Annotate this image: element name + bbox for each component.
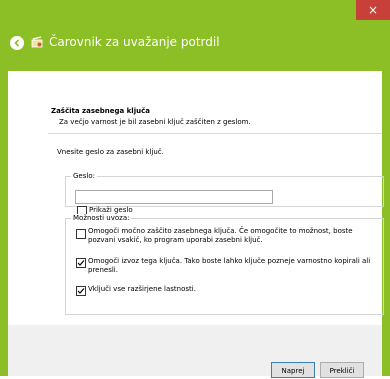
- instruction-text: Vnesite geslo za zasebni ključ.: [57, 148, 164, 156]
- checkmark-icon: [77, 260, 85, 266]
- exportable-key-label: Omogoči izvoz tega ključa. Tako boste la…: [88, 257, 371, 274]
- wizard-footer: Naprej Prekliči: [8, 325, 382, 378]
- close-button[interactable]: ×: [356, 0, 390, 20]
- section-subtitle: Za večjo varnost je bil zasebni ključ za…: [59, 118, 251, 126]
- back-button[interactable]: [10, 36, 24, 50]
- back-arrow-icon: [14, 39, 20, 47]
- divider: [48, 133, 382, 134]
- wizard-header: Čarovnik za uvažanje potrdil: [8, 21, 382, 71]
- extended-properties-label: Vključi vse razširjene lastnosti.: [88, 285, 196, 293]
- import-options-label: Možnosti uvoza:: [71, 214, 132, 222]
- wizard-page: Zaščita zasebnega ključa Za večjo varnos…: [8, 71, 384, 325]
- wizard-title: Čarovnik za uvažanje potrdil: [49, 35, 220, 49]
- window-frame: × Čarovnik za uvažanje potrdil Zaščita z…: [0, 0, 390, 378]
- checkmark-icon: [77, 288, 85, 294]
- wizard-window: Čarovnik za uvažanje potrdil Zaščita zas…: [8, 21, 384, 378]
- password-group-label: Geslo:: [71, 172, 97, 180]
- strong-protection-checkbox[interactable]: [76, 229, 86, 239]
- certificate-icon: [31, 36, 43, 48]
- extended-properties-checkbox[interactable]: [76, 286, 86, 296]
- exportable-key-checkbox[interactable]: [76, 258, 86, 268]
- section-title: Zaščita zasebnega ključa: [51, 107, 150, 115]
- strong-protection-label: Omogoči močno zaščito zasebnega ključa. …: [88, 227, 353, 244]
- password-input[interactable]: [75, 190, 273, 204]
